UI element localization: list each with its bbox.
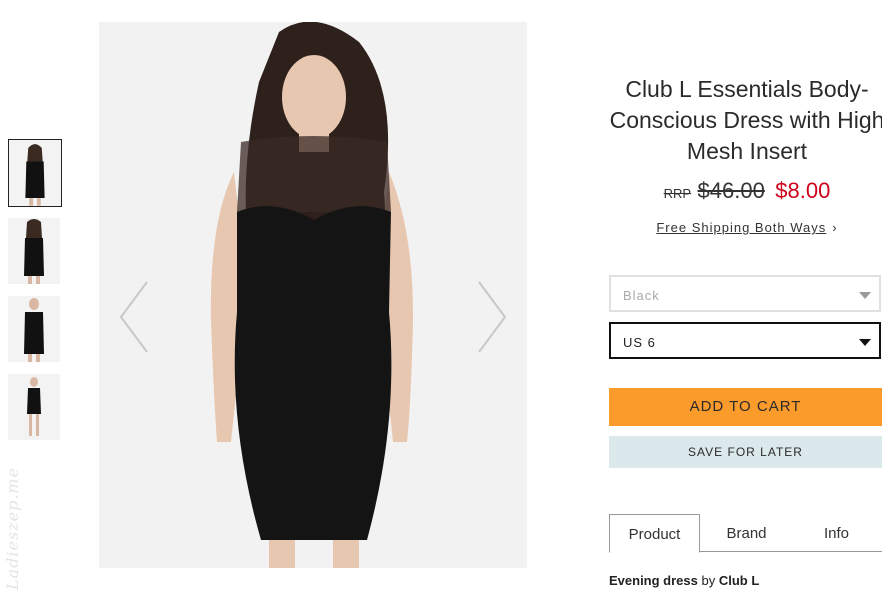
original-price: $46.00: [697, 178, 765, 203]
thumbnail-2[interactable]: [8, 218, 60, 284]
save-for-later-button[interactable]: SAVE FOR LATER: [609, 436, 882, 468]
size-select-value: US 6: [623, 335, 656, 350]
product-title: Club L Essentials Body-Conscious Dress w…: [609, 76, 882, 164]
prev-image-button[interactable]: [117, 277, 157, 357]
tab-product[interactable]: Product: [609, 514, 700, 553]
brand-name[interactable]: Club L: [719, 573, 759, 588]
shipping-label[interactable]: Free Shipping Both Ways: [656, 220, 826, 235]
thumbnail-4[interactable]: [8, 374, 60, 440]
chevron-left-icon: [119, 281, 148, 353]
watermark: Ladieszep.me: [3, 466, 22, 590]
by-label: by: [701, 573, 716, 588]
sale-price: $8.00: [775, 178, 831, 203]
model-photo: [99, 22, 527, 568]
chevron-right-icon: ›: [832, 220, 838, 235]
product-description: Evening dress by Club L: [609, 573, 759, 588]
chevron-right-icon: [478, 281, 507, 353]
color-select[interactable]: Black: [609, 275, 881, 312]
product-main-image: [99, 22, 527, 568]
product-type: Evening dress: [609, 573, 698, 588]
thumbnail-3[interactable]: [8, 296, 60, 362]
price-row: RRP $46.00 $8.00: [606, 178, 882, 204]
color-select-value: Black: [623, 288, 660, 303]
free-shipping-link[interactable]: Free Shipping Both Ways ›: [606, 220, 882, 235]
add-to-cart-button[interactable]: ADD TO CART: [609, 388, 882, 426]
caret-down-icon: [859, 292, 871, 299]
tab-info[interactable]: Info: [791, 514, 882, 552]
rrp-label: RRP: [663, 186, 692, 201]
product-tabs: Product Brand Info: [609, 514, 882, 553]
caret-down-icon: [859, 339, 871, 346]
thumbnail-1[interactable]: [8, 139, 62, 207]
size-select[interactable]: US 6: [609, 322, 881, 359]
next-image-button[interactable]: [469, 277, 509, 357]
tab-brand[interactable]: Brand: [701, 514, 792, 552]
